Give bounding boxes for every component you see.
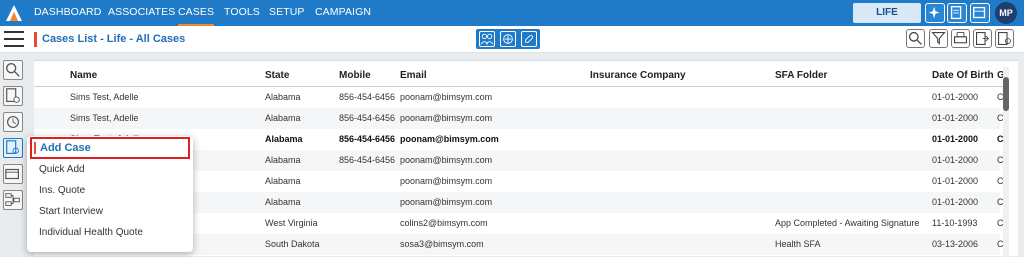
- nav-setup[interactable]: SETUP: [269, 0, 305, 26]
- scrollbar-thumb[interactable]: [1003, 77, 1009, 111]
- nav-tools[interactable]: TOOLS: [224, 0, 260, 26]
- table-row[interactable]: Sims Test, Adelle Alabama 856-454-6456 p…: [34, 108, 1004, 129]
- cell-state: Alabama: [265, 155, 301, 165]
- page-title: Cases List - Life - All Cases: [34, 32, 185, 47]
- cell-state: Alabama: [265, 134, 303, 144]
- col-sfa-folder[interactable]: SFA Folder: [775, 65, 827, 87]
- nav-associates[interactable]: ASSOCIATES: [108, 0, 175, 26]
- cell-state: West Virginia: [265, 218, 318, 228]
- cell-name: Sims Test, Adelle: [70, 113, 139, 123]
- menu-icon[interactable]: [4, 31, 24, 47]
- menu-item-ins-quote[interactable]: Ins. Quote: [27, 180, 193, 201]
- menu-item-quick-add[interactable]: Quick Add: [27, 159, 193, 180]
- cell-email: poonam@bimsym.com: [400, 134, 499, 144]
- cell-email: sosa3@bimsym.com: [400, 239, 484, 249]
- left-rail: [0, 54, 26, 256]
- table-header: Name State Mobile Email Insurance Compan…: [34, 65, 1005, 87]
- cell-state: South Dakota: [265, 239, 320, 249]
- app-logo-icon[interactable]: [4, 3, 24, 23]
- cell-state: Alabama: [265, 176, 301, 186]
- search-icon[interactable]: [906, 29, 925, 48]
- pill-icon[interactable]: [521, 31, 537, 47]
- table-row[interactable]: Sims Test, Adelle Alabama 856-454-6456 p…: [34, 87, 1004, 108]
- vertical-scrollbar[interactable]: [1003, 67, 1009, 257]
- cell-dob: 03-13-2006: [932, 239, 979, 249]
- cell-dob: 11-10-1993: [932, 218, 978, 228]
- cell-dob: 01-01-2000: [932, 197, 979, 207]
- cell-state: Alabama: [265, 197, 301, 207]
- cell-email: colins2@bimsym.com: [400, 218, 488, 228]
- print-icon[interactable]: [951, 29, 970, 48]
- menu-item-individual-health-quote[interactable]: Individual Health Quote: [27, 222, 193, 243]
- nav-campaign[interactable]: CAMPAIGN: [315, 0, 371, 26]
- user-avatar[interactable]: MP: [995, 2, 1017, 24]
- cell-dob: 01-01-2000: [932, 134, 979, 144]
- col-mobile[interactable]: Mobile: [339, 65, 371, 87]
- view-toggle-group: [476, 29, 540, 49]
- search-icon[interactable]: [3, 60, 23, 80]
- cell-mobile: 856-454-6456: [339, 155, 396, 165]
- filter-icon[interactable]: [929, 29, 948, 48]
- cell-email: poonam@bimsym.com: [400, 155, 493, 165]
- cell-email: poonam@bimsym.com: [400, 176, 493, 186]
- clipboard-icon[interactable]: [947, 3, 967, 23]
- nav-cases[interactable]: CASES: [178, 0, 215, 26]
- cell-email: poonam@bimsym.com: [400, 92, 493, 102]
- settings-doc-icon[interactable]: [995, 29, 1014, 48]
- col-date-of-birth[interactable]: Date Of Birth: [932, 65, 994, 87]
- add-case-dropdown: Add Case Quick Add Ins. Quote Start Inte…: [27, 136, 193, 252]
- sparkle-icon[interactable]: [925, 3, 945, 23]
- brain-icon[interactable]: [500, 31, 516, 47]
- page-header: Cases List - Life - All Cases: [0, 26, 1024, 53]
- cell-dob: 01-01-2000: [932, 113, 979, 123]
- top-nav-bar: DASHBOARD ASSOCIATES CASES TOOLS SETUP C…: [0, 0, 1024, 26]
- nav-dashboard[interactable]: DASHBOARD: [34, 0, 101, 26]
- cell-mobile: 856-454-6456: [339, 113, 396, 123]
- cell-mobile: 856-454-6456: [339, 92, 396, 102]
- history-icon[interactable]: [3, 112, 23, 132]
- cell-name: Sims Test, Adelle: [70, 92, 139, 102]
- users-icon[interactable]: [479, 31, 495, 47]
- cell-state: Alabama: [265, 92, 301, 102]
- cell-state: Alabama: [265, 113, 301, 123]
- col-name[interactable]: Name: [70, 65, 97, 87]
- calendar-icon[interactable]: [970, 3, 990, 23]
- cell-sfa: Health SFA: [775, 239, 821, 249]
- menu-item-start-interview[interactable]: Start Interview: [27, 201, 193, 222]
- col-state[interactable]: State: [265, 65, 289, 87]
- case-doc-icon[interactable]: [3, 138, 23, 158]
- add-doc-icon[interactable]: [3, 86, 23, 106]
- life-button[interactable]: LIFE: [853, 3, 921, 23]
- card-icon[interactable]: [3, 164, 23, 184]
- col-insurance-company[interactable]: Insurance Company: [590, 65, 686, 87]
- cell-dob: 01-01-2000: [932, 92, 979, 102]
- cell-mobile: 856-454-6456: [339, 134, 396, 144]
- cell-sfa: App Completed - Awaiting Signature: [775, 218, 920, 228]
- cell-email: poonam@bimsym.com: [400, 113, 493, 123]
- cell-dob: 01-01-2000: [932, 155, 979, 165]
- flow-icon[interactable]: [3, 190, 23, 210]
- col-email[interactable]: Email: [400, 65, 427, 87]
- menu-item-add-case[interactable]: Add Case: [30, 137, 190, 159]
- cell-email: poonam@bimsym.com: [400, 197, 493, 207]
- cell-dob: 01-01-2000: [932, 176, 979, 186]
- export-icon[interactable]: [973, 29, 992, 48]
